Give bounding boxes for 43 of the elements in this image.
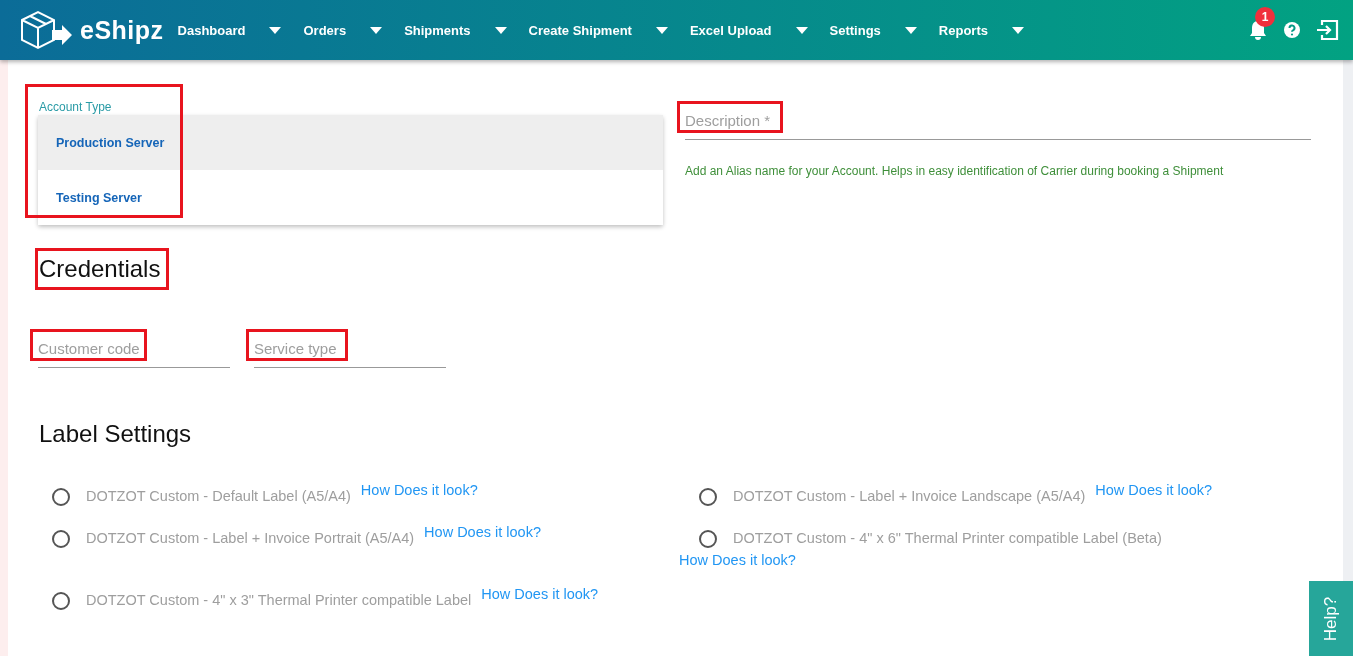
radio-button[interactable] xyxy=(699,488,717,506)
nav-menu[interactable]: Create Shipment xyxy=(528,22,668,38)
preview-link[interactable]: How Does it look? xyxy=(424,524,541,540)
caret-icon xyxy=(904,26,917,34)
option-label: DOTZOT Custom - 4" x 3" Thermal Printer compatible Label xyxy=(86,592,472,608)
preview-link[interactable]: How Does it look? xyxy=(1095,482,1213,498)
nav-menu[interactable]: Reports xyxy=(938,22,1024,38)
account-type-label: Account Type xyxy=(39,100,113,114)
brand-name: eShipz xyxy=(80,15,164,45)
text-field[interactable]: Service type xyxy=(254,336,446,368)
help-icon[interactable] xyxy=(1283,21,1301,39)
text-field[interactable]: Customer code xyxy=(38,336,230,368)
description-field[interactable]: Description * xyxy=(685,108,1311,140)
radio-button[interactable] xyxy=(52,530,70,548)
caret-icon xyxy=(269,26,282,34)
radio-button[interactable] xyxy=(699,530,717,548)
nav-menu[interactable]: Settings xyxy=(829,22,917,38)
option-label: DOTZOT Custom - Label + Invoice Landscape (A5/A4) xyxy=(733,488,1086,504)
radio-button[interactable] xyxy=(52,592,70,610)
caret-icon xyxy=(655,26,668,34)
nav-menu[interactable]: Excel Upload xyxy=(689,22,808,38)
section-heading: Label Settings xyxy=(38,419,193,449)
option-label: DOTZOT Custom - Label + Invoice Portrait (A5/A4) xyxy=(86,530,415,546)
hint-text: Add an Alias name for your Account. Helps in easy identification of Carrier during booking a Shipment xyxy=(685,164,1225,178)
caret-icon xyxy=(370,26,383,34)
section-heading: Credentials xyxy=(38,251,167,287)
caret-icon xyxy=(795,26,808,34)
radio-button[interactable] xyxy=(52,488,70,506)
caret-icon xyxy=(1011,26,1024,34)
help-tab[interactable]: Help? xyxy=(1309,581,1353,656)
menu-option[interactable]: Testing Server xyxy=(38,170,663,225)
nav-menu[interactable]: Orders xyxy=(303,22,383,38)
preview-link[interactable]: How Does it look? xyxy=(360,482,478,498)
logout-icon[interactable] xyxy=(1315,19,1339,41)
preview-link[interactable]: How Does it look? xyxy=(481,586,599,602)
preview-link[interactable]: How Does it look? xyxy=(679,552,1239,568)
nav-menu[interactable]: Dashboard xyxy=(177,22,282,38)
menu-option[interactable]: Production Server xyxy=(38,115,663,170)
notification-badge: 1 xyxy=(1255,7,1275,27)
option-label: DOTZOT Custom - Default Label (A5/A4) xyxy=(86,488,351,504)
nav-menu[interactable]: Shipments xyxy=(404,22,507,38)
option-label: DOTZOT Custom - 4" x 6" Thermal Printer compatible Label (Beta) xyxy=(733,530,1162,546)
caret-icon xyxy=(494,26,507,34)
